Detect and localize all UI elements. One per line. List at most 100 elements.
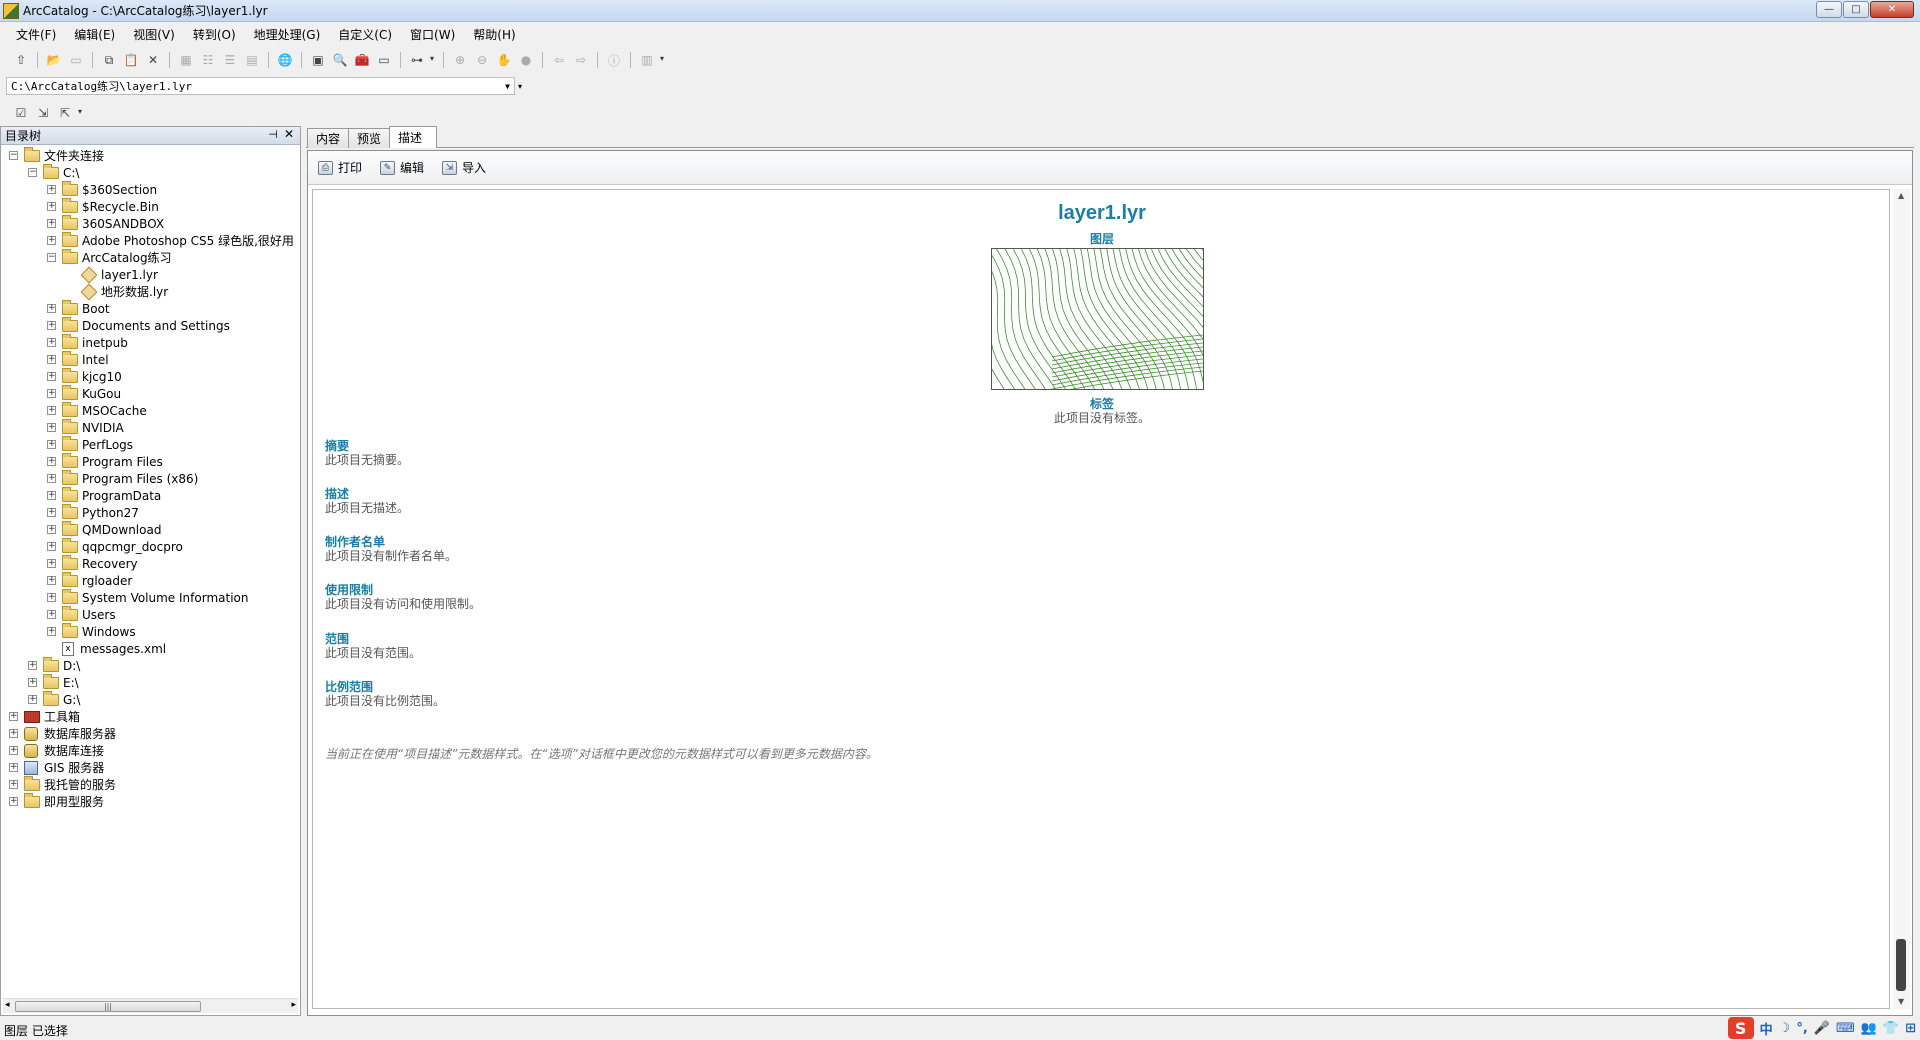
expand-icon[interactable]: + (9, 746, 18, 755)
validate-metadata-icon[interactable]: ☑ (12, 104, 30, 122)
scroll-thumb[interactable]: ||| (15, 1001, 201, 1012)
scroll-thumb[interactable] (1896, 939, 1906, 991)
expand-icon[interactable]: + (28, 678, 37, 687)
tree-item[interactable]: + D:\ (28, 656, 80, 674)
expand-icon[interactable]: + (47, 440, 56, 449)
expand-icon[interactable]: + (47, 491, 56, 500)
create-thumbnail-icon[interactable]: ▥ (638, 51, 656, 69)
expand-icon[interactable]: + (47, 559, 56, 568)
connect-folder-icon[interactable]: 📂 (45, 51, 63, 69)
expand-icon[interactable]: + (47, 236, 56, 245)
close-panel-icon[interactable]: ✕ (284, 127, 294, 141)
auto-hide-pin-icon[interactable]: ⊣ (268, 128, 278, 141)
toolbar-options-icon[interactable]: ▾ (78, 108, 84, 118)
edit-button[interactable]: ✎ 编辑 (380, 159, 424, 176)
expand-icon[interactable]: + (9, 797, 18, 806)
expand-icon[interactable]: + (47, 304, 56, 313)
tree-item[interactable]: − 文件夹连接 (9, 146, 104, 164)
export-metadata-icon[interactable]: ⇱ (56, 104, 74, 122)
scroll-left-icon[interactable]: ◂ (5, 1000, 10, 1010)
location-input[interactable]: C:\ArcCatalog练习\layer1.lyr ▼ (6, 77, 515, 95)
tab-contents[interactable]: 内容 (307, 128, 350, 148)
keyboard-icon[interactable]: ⌨ (1836, 1021, 1855, 1036)
python-window-icon[interactable]: ▭ (375, 51, 393, 69)
tree-item[interactable]: + Documents and Settings (47, 316, 230, 334)
tree-item[interactable]: + 数据库服务器 (9, 725, 116, 742)
scroll-up-icon[interactable]: ▲ (1898, 191, 1904, 200)
skin-icon[interactable]: 👕 (1883, 1021, 1899, 1036)
launch-arcmap-icon[interactable]: 🌐 (276, 51, 294, 69)
tree-item[interactable]: + kjcg10 (47, 367, 122, 385)
tree-item[interactable]: + inetpub (47, 333, 128, 351)
tree-item[interactable]: + 数据库连接 (9, 742, 104, 759)
tree-item[interactable]: − ArcCatalog练习 (47, 248, 172, 266)
tree-item[interactable]: + 工具箱 (9, 708, 80, 725)
forward-icon[interactable]: ⇨ (572, 51, 590, 69)
expand-icon[interactable]: + (9, 780, 18, 789)
full-extent-icon[interactable]: ● (517, 51, 535, 69)
pan-icon[interactable]: ✋ (495, 51, 513, 69)
toolbox-grid-icon[interactable]: ⊞ (1905, 1021, 1916, 1036)
expand-icon[interactable]: + (9, 712, 18, 721)
tree-horizontal-scrollbar[interactable]: ◂ ||| ▸ (3, 998, 298, 1013)
tree-item[interactable]: + QMDownload (47, 520, 161, 538)
catalog-window-icon[interactable]: ▣ (309, 51, 327, 69)
identify-icon[interactable]: ⓘ (605, 51, 623, 69)
tree-item[interactable]: + Program Files (x86) (47, 469, 198, 487)
tree-item[interactable]: + Python27 (47, 503, 139, 521)
tree-item[interactable]: x messages.xml (47, 640, 166, 657)
close-button[interactable]: ✕ (1870, 1, 1914, 18)
location-dropdown-icon[interactable]: ▼ (505, 82, 510, 91)
tree-item[interactable]: + KuGou (47, 384, 121, 402)
location-toolbar-options-icon[interactable]: ▾ (518, 82, 522, 91)
expand-icon[interactable]: + (47, 525, 56, 534)
tree-item[interactable]: + rgloader (47, 571, 132, 589)
expand-icon[interactable]: + (47, 593, 56, 602)
tree-item[interactable]: + 即用型服务 (9, 792, 104, 810)
tree-item[interactable]: +360SANDBOX (47, 214, 164, 232)
expand-icon[interactable]: + (47, 627, 56, 636)
zoom-in-icon[interactable]: ⊕ (451, 51, 469, 69)
import-metadata-icon[interactable]: ⇲ (34, 104, 52, 122)
expand-icon[interactable]: + (47, 542, 56, 551)
user-icon[interactable]: 👥 (1861, 1021, 1877, 1036)
tree-item[interactable]: layer1.lyr (66, 266, 158, 283)
expand-icon[interactable]: + (47, 508, 56, 517)
search-window-icon[interactable]: 🔍 (331, 51, 349, 69)
expand-icon[interactable]: + (47, 423, 56, 432)
disconnect-folder-icon[interactable]: ▭ (67, 51, 85, 69)
document-vertical-scrollbar[interactable]: ▲ ▼ (1893, 189, 1910, 1009)
menu-goto[interactable]: 转到(O) (191, 25, 238, 44)
menu-edit[interactable]: 编辑(E) (72, 25, 117, 44)
expand-icon[interactable]: + (9, 729, 18, 738)
collapse-icon[interactable]: − (9, 151, 18, 160)
expand-icon[interactable]: + (47, 610, 56, 619)
paste-icon[interactable]: 📋 (122, 51, 140, 69)
tree-item[interactable]: − C:\ (28, 163, 79, 181)
tree-item[interactable]: + PerfLogs (47, 435, 133, 453)
tree-item[interactable]: + $Recycle.Bin (47, 197, 159, 215)
up-one-level-icon[interactable]: ⇧ (12, 51, 30, 69)
expand-icon[interactable]: + (47, 185, 56, 194)
expand-icon[interactable]: + (47, 321, 56, 330)
expand-icon[interactable]: + (47, 355, 56, 364)
menu-customize[interactable]: 自定义(C) (336, 25, 394, 44)
tree-item[interactable]: 地形数据.lyr (66, 283, 168, 300)
expand-icon[interactable]: + (28, 661, 37, 670)
toolbar-options-icon[interactable]: ▾ (660, 55, 666, 65)
menu-geoprocessing[interactable]: 地理处理(G) (252, 25, 323, 44)
tree-item[interactable]: + 我托管的服务 (9, 775, 116, 793)
tree-item[interactable]: + G:\ (28, 690, 80, 708)
back-icon[interactable]: ⇦ (550, 51, 568, 69)
zoom-out-icon[interactable]: ⊖ (473, 51, 491, 69)
menu-help[interactable]: 帮助(H) (471, 25, 517, 44)
tab-preview[interactable]: 预览 (348, 128, 391, 148)
copy-icon[interactable]: ⧉ (100, 51, 118, 69)
list-icon[interactable]: ☷ (199, 51, 217, 69)
large-icons-icon[interactable]: ▦ (177, 51, 195, 69)
expand-icon[interactable]: + (47, 457, 56, 466)
expand-icon[interactable]: + (28, 695, 37, 704)
expand-icon[interactable]: + (47, 372, 56, 381)
collapse-icon[interactable]: − (47, 253, 56, 262)
tree-item[interactable]: + GIS 服务器 (9, 759, 104, 776)
